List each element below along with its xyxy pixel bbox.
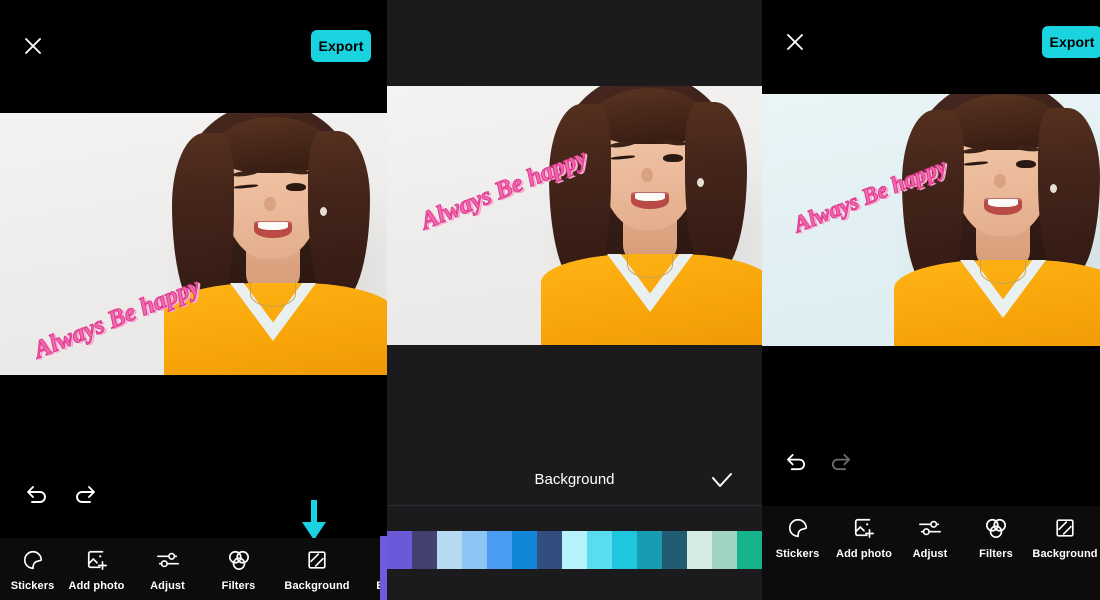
- add-photo-icon: [86, 547, 108, 573]
- add-photo-icon: [853, 515, 875, 541]
- color-swatch[interactable]: [687, 531, 712, 569]
- tool-label: Background: [284, 580, 350, 592]
- tool-label: Stickers: [775, 548, 820, 560]
- photo-canvas-right[interactable]: Always Be happy: [762, 94, 1100, 346]
- color-swatch[interactable]: [412, 531, 437, 569]
- undo-icon[interactable]: [780, 446, 812, 478]
- tool-label: Filters: [221, 580, 256, 592]
- export-button[interactable]: Export: [1042, 26, 1100, 58]
- top-bar-right: Export: [762, 0, 1100, 74]
- redo-icon[interactable]: [68, 478, 102, 512]
- photo-canvas-left[interactable]: Always Be happy: [0, 113, 387, 375]
- adjust-icon: [156, 547, 180, 573]
- bottom-toolbar-right: Stickers Add photo Adjust Filters Backgr…: [762, 506, 1100, 600]
- tool-stickers[interactable]: Stickers: [764, 506, 831, 560]
- tool-add-photo[interactable]: Add photo: [61, 538, 132, 592]
- tool-label: Adjust: [150, 580, 185, 592]
- tool-adjust[interactable]: Adjust: [897, 506, 963, 560]
- checkmark-icon[interactable]: [709, 468, 735, 499]
- color-swatch[interactable]: [462, 531, 487, 569]
- photo-canvas-middle[interactable]: Always Be happy: [387, 86, 762, 345]
- color-swatch[interactable]: [587, 531, 612, 569]
- woman-photo: [150, 113, 387, 375]
- scroll-indicator[interactable]: [380, 536, 387, 600]
- color-swatch[interactable]: [437, 531, 462, 569]
- redo-icon[interactable]: [824, 446, 856, 478]
- color-swatch-strip[interactable]: [387, 531, 762, 569]
- color-swatch[interactable]: [387, 531, 412, 569]
- color-swatch[interactable]: [537, 531, 562, 569]
- bottom-toolbar-left: Stickers Add photo Adjust Filters Backgr…: [0, 538, 387, 600]
- sheet-divider: [387, 505, 762, 506]
- close-icon[interactable]: [778, 25, 812, 59]
- adjust-icon: [918, 515, 942, 541]
- color-swatch[interactable]: [662, 531, 687, 569]
- tool-filters[interactable]: Filters: [963, 506, 1029, 560]
- sticker-icon: [787, 515, 809, 541]
- color-swatch[interactable]: [737, 531, 762, 569]
- tool-label: Stickers: [10, 580, 55, 592]
- tool-stickers[interactable]: Stickers: [4, 538, 61, 592]
- screenshot-root: Export Always Be happy Stickers Add phot…: [0, 0, 1100, 600]
- tool-label: Filters: [979, 548, 1013, 560]
- undo-redo-group-right: [780, 446, 856, 478]
- panel-middle: Always Be happy Background: [387, 0, 762, 600]
- sheet-title: Background: [534, 471, 615, 488]
- undo-redo-group-left: [20, 478, 102, 512]
- tool-add-photo[interactable]: Add photo: [831, 506, 897, 560]
- color-swatch[interactable]: [612, 531, 637, 569]
- color-swatch[interactable]: [512, 531, 537, 569]
- color-swatch[interactable]: [562, 531, 587, 569]
- tool-label: Background: [1032, 548, 1098, 560]
- filters-icon: [227, 547, 251, 573]
- canvas-gutter-top: [387, 0, 762, 86]
- panel-right: Export Always Be happy Stickers Add phot…: [762, 0, 1100, 600]
- woman-photo: [527, 86, 762, 345]
- tool-label: Add photo: [68, 580, 125, 592]
- background-icon: [306, 547, 328, 573]
- color-swatch[interactable]: [712, 531, 737, 569]
- undo-icon[interactable]: [20, 478, 54, 512]
- tool-adjust[interactable]: Adjust: [132, 538, 203, 592]
- woman-photo: [880, 94, 1100, 346]
- top-bar-left: Export: [0, 0, 387, 77]
- color-swatch[interactable]: [637, 531, 662, 569]
- filters-icon: [984, 515, 1008, 541]
- tool-background[interactable]: Background: [274, 538, 360, 592]
- export-button[interactable]: Export: [311, 29, 371, 62]
- tool-label: Adjust: [912, 548, 948, 560]
- panel-left: Export Always Be happy Stickers Add phot…: [0, 0, 387, 600]
- tool-filters[interactable]: Filters: [203, 538, 274, 592]
- color-swatch[interactable]: [487, 531, 512, 569]
- close-icon[interactable]: [16, 29, 50, 63]
- sticker-icon: [22, 547, 44, 573]
- tool-background[interactable]: Background: [1029, 506, 1100, 560]
- background-icon: [1054, 515, 1076, 541]
- tool-label: Add photo: [836, 548, 892, 560]
